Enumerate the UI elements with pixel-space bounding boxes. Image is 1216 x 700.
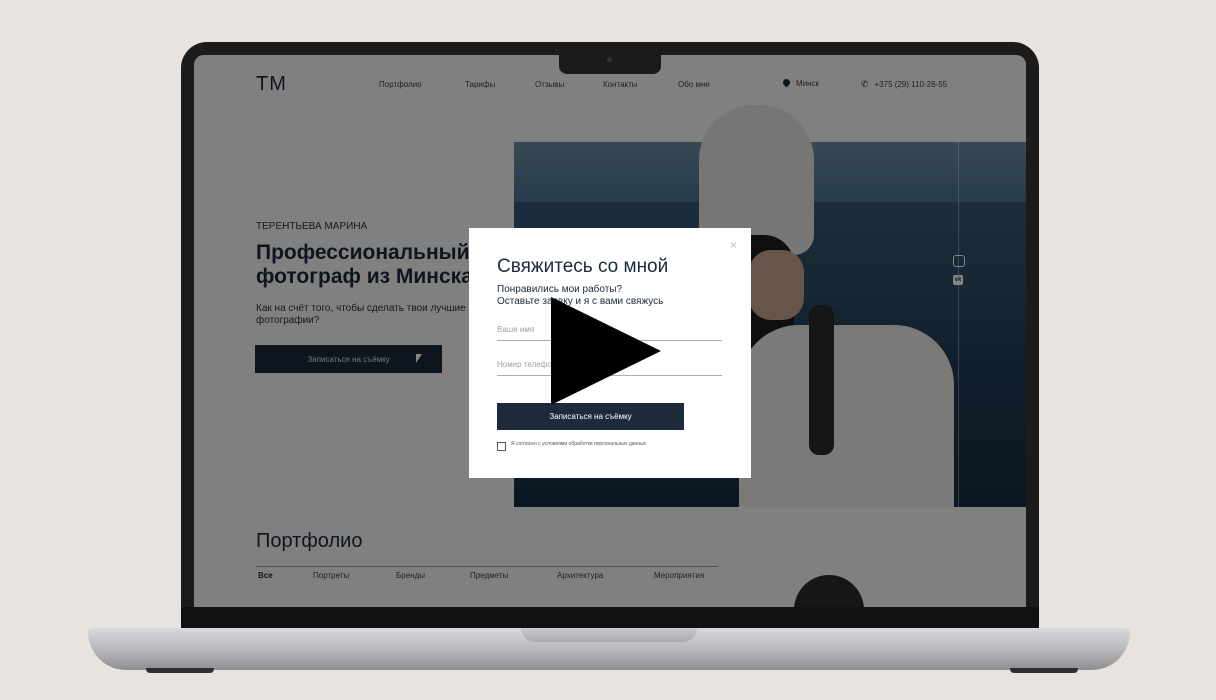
modal-subtitle-line1: Понравились мои работы?: [497, 284, 623, 295]
laptop-base-notch: [521, 628, 697, 642]
consent-checkbox[interactable]: [497, 442, 506, 451]
laptop-foot-left: [146, 668, 214, 673]
laptop-bezel: [181, 607, 1039, 629]
modal-title: Свяжитесь со мной: [497, 256, 669, 277]
laptop-foot-right: [1010, 668, 1078, 673]
submit-button[interactable]: Записаться на съёмку: [497, 403, 684, 430]
play-icon[interactable]: [551, 297, 661, 405]
camera-notch: [559, 52, 661, 74]
consent-label: Я согласен с условиями обработки персона…: [511, 441, 647, 447]
camera-icon: [607, 57, 612, 62]
close-icon[interactable]: ×: [730, 238, 737, 252]
